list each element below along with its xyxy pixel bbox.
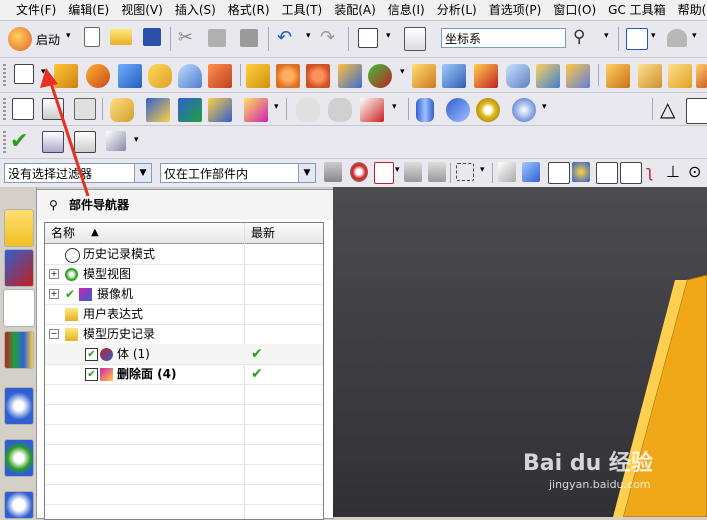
annotation-arrow: [40, 68, 90, 197]
